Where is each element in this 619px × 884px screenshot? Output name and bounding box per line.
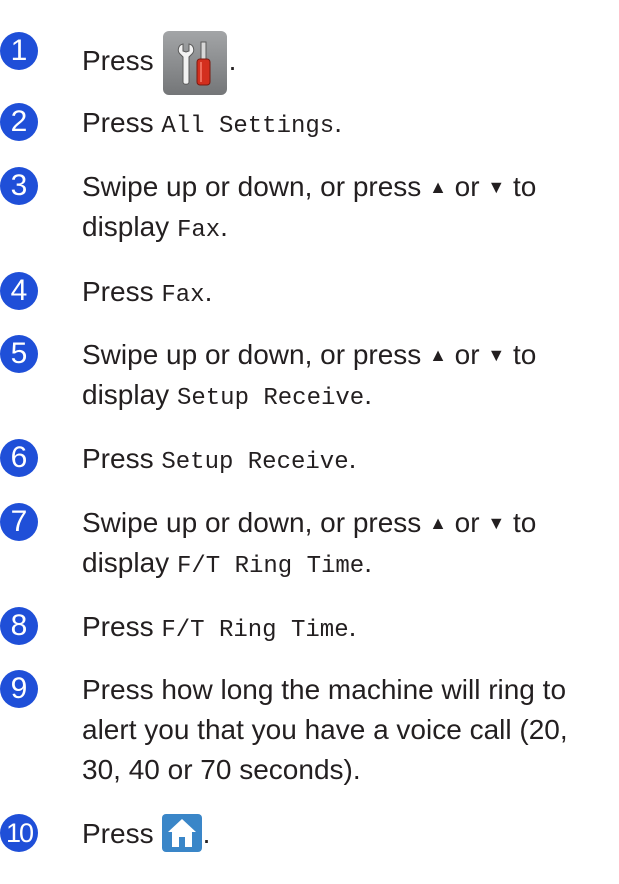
instruction-text: Swipe up or down, or press [82,339,422,370]
step-end: . [364,379,372,410]
step-line: 30, 40 or 70 seconds). [82,754,361,785]
to-text: to [512,171,537,202]
press-label: Press [82,276,154,307]
step-end: . [334,107,342,138]
step-number: 10 [0,814,38,852]
step-end: . [220,211,228,242]
down-arrow-icon: ▼ [487,177,506,197]
step-line: Press how long the machine will ring to [82,674,567,705]
to-text: to [512,507,537,538]
setting-name: Setup Receive [161,449,349,476]
step-text: Press All Settings. [82,103,612,147]
instruction-page: 1 Press . 2 Press All Settings. 3 Swipe … [0,0,619,884]
press-label: Press [82,45,154,76]
step-number: 9 [0,670,38,708]
step-end: . [348,611,357,642]
press-label: Press [82,107,154,138]
down-arrow-icon: ▼ [487,345,506,365]
step-number: 1 [0,32,38,70]
setting-name: All Settings [161,113,335,140]
instruction-text: Swipe up or down, or press [82,171,422,202]
step-text: Press Fax. [82,272,612,316]
setting-name: Fax [176,217,221,244]
display-text: display [82,211,170,242]
step-text: Swipe up or down, or press ▲ or ▼ to dis… [82,335,612,419]
home-button-icon [161,814,202,852]
up-arrow-icon: ▲ [429,513,447,533]
up-arrow-icon: ▲ [429,345,447,365]
step-text: Press . [82,30,612,96]
or-text: or [454,339,480,370]
step-text: Press . [82,814,612,854]
step-end: . [228,45,237,76]
to-text: to [512,339,537,370]
setting-name: F/T Ring Time [161,617,349,644]
settings-button-icon [162,30,228,96]
up-arrow-icon: ▲ [429,177,447,197]
display-text: display [82,547,170,578]
step-number: 2 [0,103,38,141]
or-text: or [454,507,480,538]
instruction-text: Swipe up or down, or press [82,507,422,538]
or-text: or [454,171,480,202]
step-number: 6 [0,439,38,477]
step-number: 4 [0,272,38,310]
step-end: . [364,547,372,578]
step-text: Swipe up or down, or press ▲ or ▼ to dis… [82,167,612,251]
press-label: Press [82,611,154,642]
step-number: 8 [0,607,38,645]
setting-name: Setup Receive [176,385,365,412]
press-label: Press [82,443,154,474]
step-line: alert you that you have a voice call (20… [82,714,568,745]
setting-name: F/T Ring Time [176,553,365,580]
step-text: Press F/T Ring Time. [82,607,612,651]
step-end: . [204,276,213,307]
step-end: . [348,443,357,474]
step-number: 5 [0,335,38,373]
display-text: display [82,379,170,410]
step-number: 3 [0,167,38,205]
press-label: Press [82,818,154,849]
step-text: Swipe up or down, or press ▲ or ▼ to dis… [82,503,612,587]
setting-name: Fax [161,282,205,309]
step-text: Press how long the machine will ring to … [82,670,612,790]
step-end: . [202,818,211,849]
down-arrow-icon: ▼ [487,513,506,533]
step-number: 7 [0,503,38,541]
step-text: Press Setup Receive. [82,439,612,483]
